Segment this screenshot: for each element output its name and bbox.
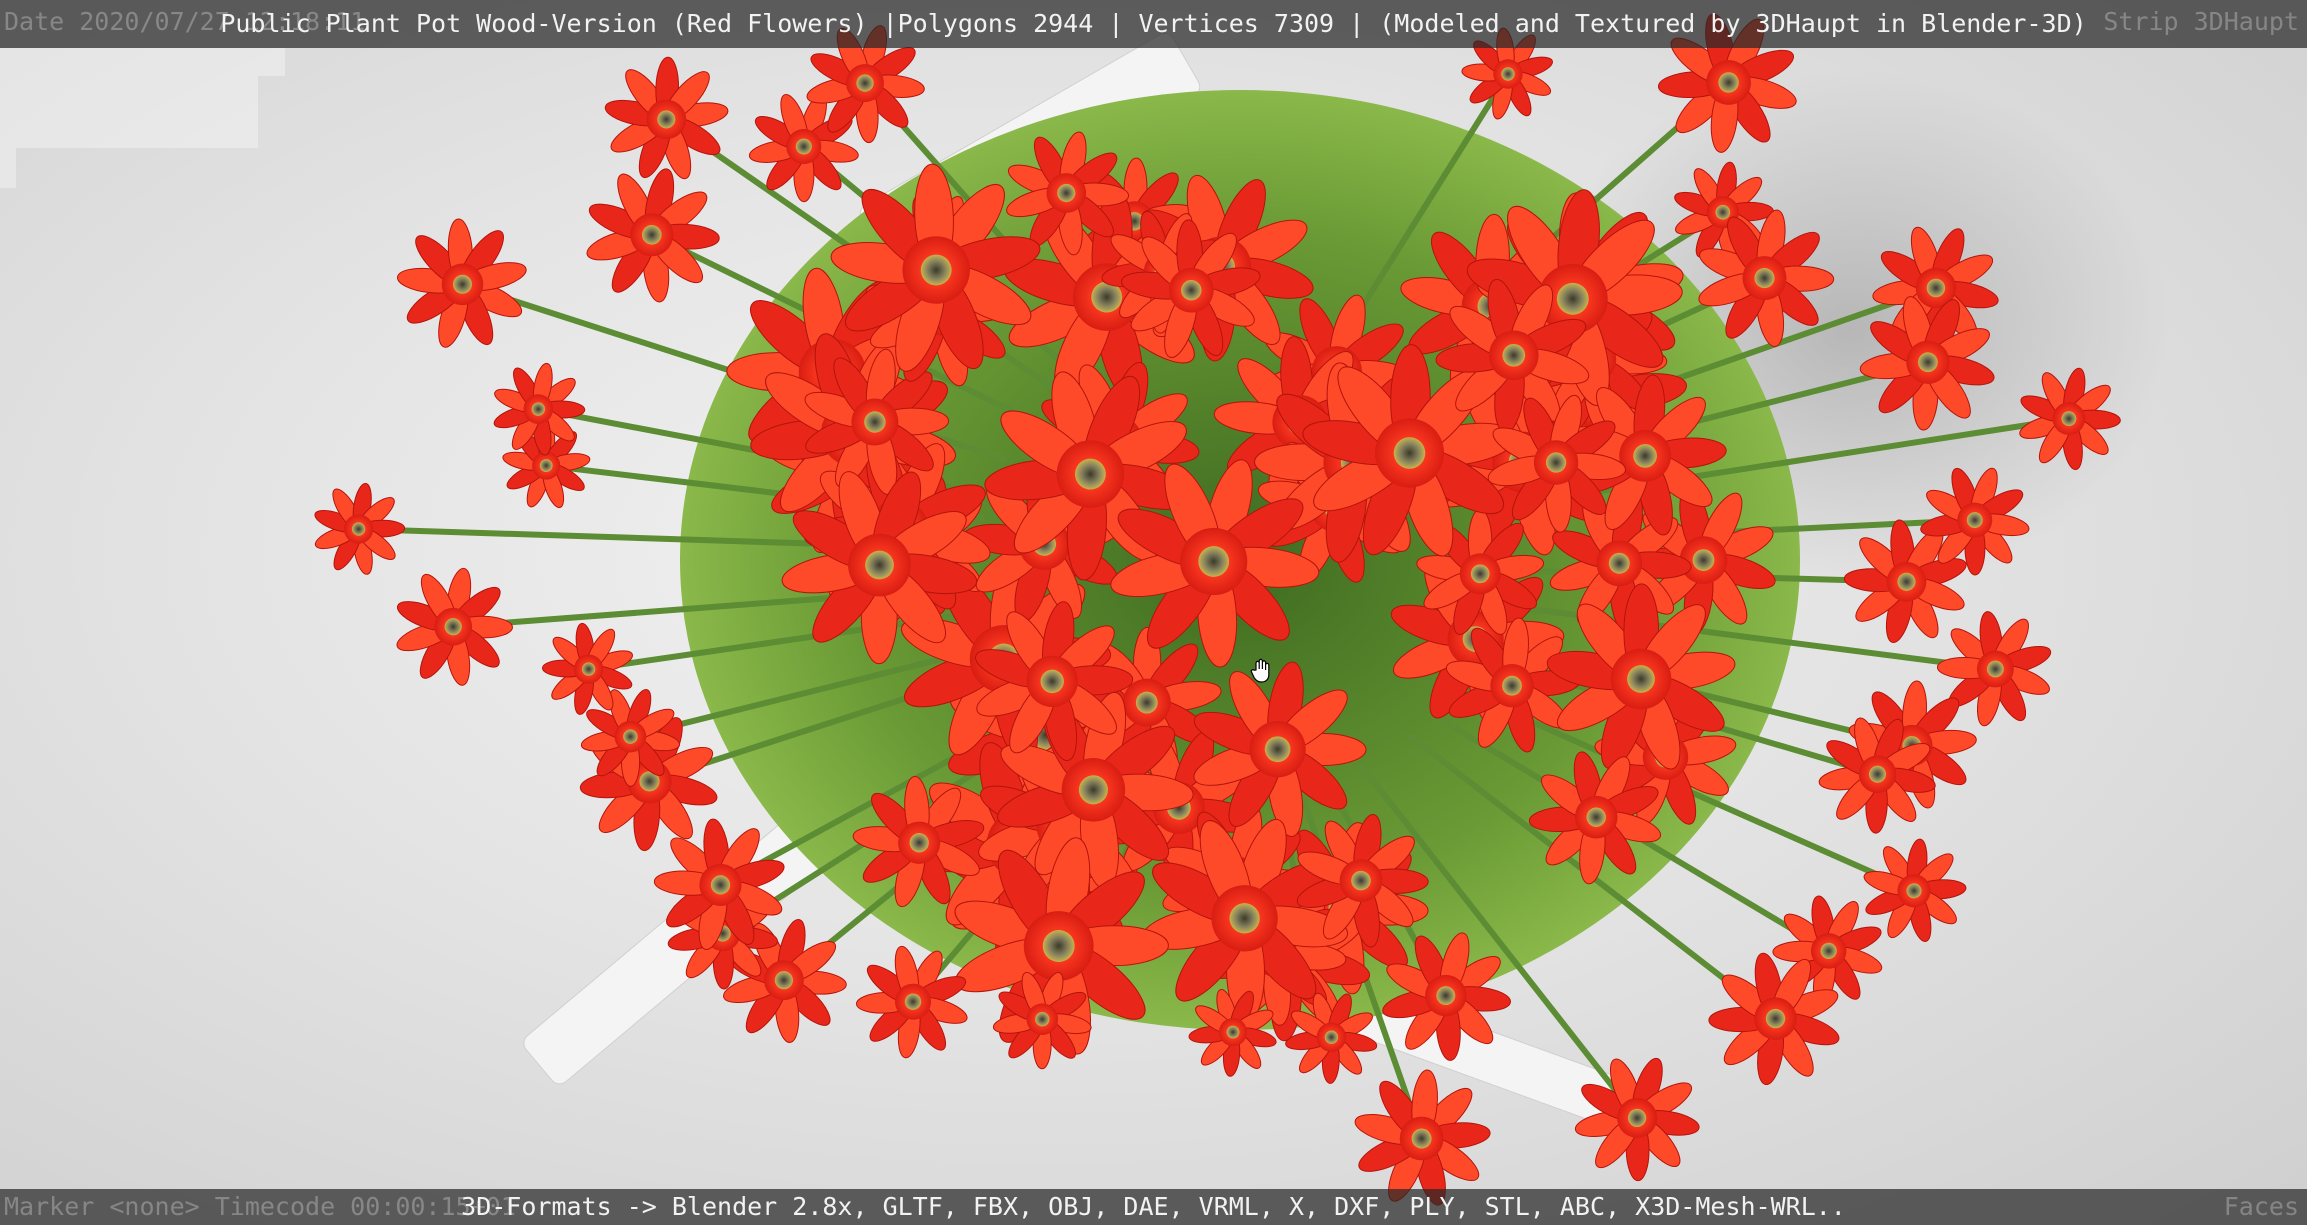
strip-overlay: Strip 3DHaupt (2103, 7, 2299, 36)
hand-grab-icon (1250, 658, 1270, 683)
plant-scene[interactable] (0, 0, 2307, 1225)
stats-panel-edge (0, 148, 16, 188)
faces-overlay: Faces (2223, 1192, 2299, 1221)
formats-text: 3D-Formats -> Blender 2.8x, GLTF, FBX, O… (461, 1192, 1846, 1221)
flower-head (314, 482, 406, 575)
3d-viewport[interactable]: Public Plant Pot Wood-Version (Red Flowe… (0, 0, 2307, 1225)
flower-head (396, 218, 527, 348)
flower-head (396, 567, 513, 686)
flower-head (586, 168, 720, 303)
marker-overlay: Marker <none> Timecode 00:00:15+01 (4, 1192, 516, 1221)
date-overlay: Date 2020/07/27 12:18:11 (4, 7, 366, 36)
model-title: Public Plant Pot Wood-Version (Red Flowe… (220, 9, 2087, 38)
stats-panel-block (0, 76, 258, 148)
stats-panel-row (0, 48, 285, 76)
